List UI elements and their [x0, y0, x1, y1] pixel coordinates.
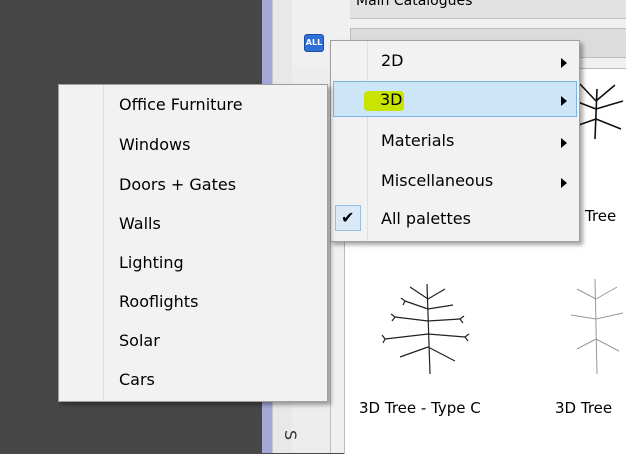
menu-item-3d[interactable]: 3D — [333, 81, 577, 117]
submenu-arrow-icon — [561, 96, 567, 106]
menu-item-2d[interactable]: 2D — [333, 43, 575, 79]
submenu-item-solar[interactable]: Solar — [119, 321, 160, 361]
submenu-item-walls[interactable]: Walls — [119, 204, 161, 244]
submenu-item-doors-gates[interactable]: Doors + Gates — [119, 165, 236, 205]
thumbnail-label: Tree — [585, 207, 617, 225]
submenu-3d: Office Furniture Windows Doors + Gates W… — [58, 84, 328, 402]
menu-item-label: Materials — [381, 131, 455, 150]
submenu-item-windows[interactable]: Windows — [119, 125, 190, 165]
submenu-item-cars[interactable]: Cars — [119, 360, 155, 400]
menu-item-miscellaneous[interactable]: Miscellaneous — [333, 163, 575, 199]
menu-item-label: 3D — [380, 90, 403, 109]
thumbnail-label: 3D Tree — [555, 399, 613, 417]
tree-type-c-thumbnail-icon[interactable] — [375, 279, 475, 379]
menu-item-label: 2D — [381, 51, 404, 70]
all-palettes-icon[interactable]: ALL — [304, 34, 324, 52]
submenu-item-lighting[interactable]: Lighting — [119, 243, 184, 283]
menu-item-materials[interactable]: Materials — [333, 123, 575, 159]
palette-context-menu: 2D 3D Materials Miscellaneous ✔ All pale… — [330, 40, 580, 242]
submenu-item-office-furniture[interactable]: Office Furniture — [119, 85, 243, 125]
checkmark-icon: ✔ — [335, 205, 361, 231]
submenu-arrow-icon — [561, 138, 567, 148]
menu-item-label: Miscellaneous — [381, 171, 494, 190]
submenu-item-rooflights[interactable]: Rooflights — [119, 282, 198, 322]
tree-thumbnail-icon[interactable] — [557, 269, 626, 379]
submenu-arrow-icon — [561, 58, 567, 68]
menu-item-all-palettes[interactable]: ✔ All palettes — [333, 201, 575, 237]
catalogue-selector[interactable]: Main Catalogues — [350, 0, 626, 19]
menu-gutter — [59, 85, 104, 401]
catalogue-selector-label: Main Catalogues — [356, 0, 473, 9]
thumbnail-label: 3D Tree - Type C — [359, 399, 481, 417]
side-tab-label[interactable]: S — [281, 430, 300, 440]
submenu-arrow-icon — [561, 178, 567, 188]
menu-item-label: All palettes — [381, 209, 471, 228]
